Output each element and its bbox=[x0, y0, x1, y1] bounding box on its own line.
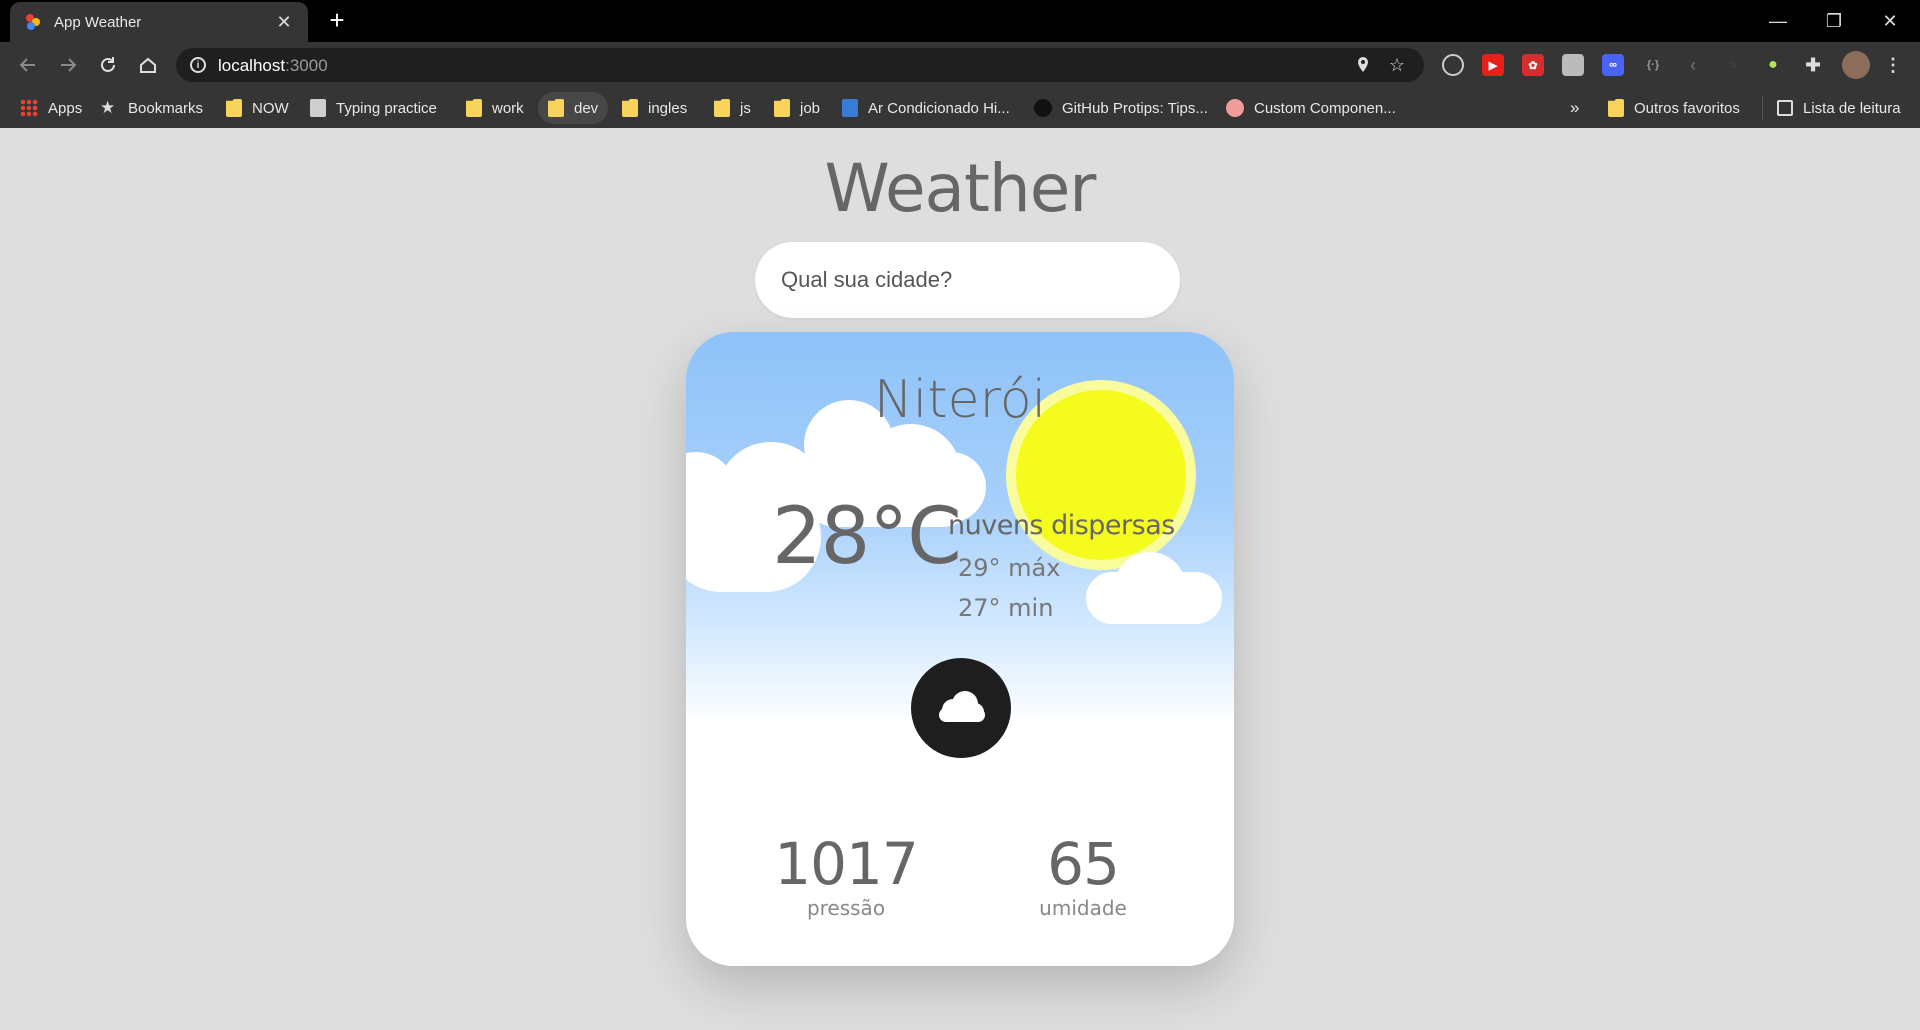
minimize-button[interactable]: — bbox=[1750, 4, 1806, 38]
folder-icon bbox=[774, 99, 790, 117]
restore-button[interactable]: ❐ bbox=[1806, 4, 1862, 38]
extension-bulb-icon[interactable]: ● bbox=[1762, 54, 1784, 76]
humidity-value: 65 bbox=[1047, 830, 1120, 898]
home-icon bbox=[140, 57, 156, 73]
bookmark-bookmarks[interactable]: ★ Bookmarks bbox=[100, 88, 203, 128]
site-icon bbox=[1226, 99, 1244, 117]
extension-target-icon[interactable] bbox=[1442, 54, 1464, 76]
reload-button[interactable] bbox=[94, 51, 122, 79]
location-pin-icon[interactable] bbox=[1354, 56, 1372, 74]
folder-icon bbox=[226, 99, 242, 117]
github-icon bbox=[1034, 99, 1052, 117]
address-bar[interactable]: i localhost:3000 ☆ bbox=[176, 48, 1424, 82]
minimize-icon: — bbox=[1769, 10, 1787, 31]
arrow-left-icon bbox=[19, 58, 35, 72]
bookmark-github-protips[interactable]: GitHub Protips: Tips... bbox=[1034, 88, 1208, 128]
extension-json-icon[interactable]: {·} bbox=[1642, 54, 1664, 76]
folder-icon bbox=[714, 99, 730, 117]
restore-icon: ❐ bbox=[1825, 10, 1843, 31]
bookmark-outros-favoritos[interactable]: Outros favoritos bbox=[1608, 88, 1740, 128]
weather-condition-badge bbox=[911, 658, 1011, 758]
bookmark-now[interactable]: NOW bbox=[226, 88, 289, 128]
extension-red-icon[interactable]: ✿ bbox=[1522, 54, 1544, 76]
bookmark-custom-components[interactable]: Custom Componen... bbox=[1226, 88, 1396, 128]
home-button[interactable] bbox=[134, 51, 162, 79]
tab-title: App Weather bbox=[54, 13, 142, 31]
max-temperature: 29° máx bbox=[958, 554, 1061, 582]
extension-camera-icon[interactable] bbox=[1562, 54, 1584, 76]
profile-avatar[interactable] bbox=[1842, 51, 1870, 79]
browser-titlebar: App Weather ✕ + — ❐ ✕ bbox=[0, 0, 1920, 42]
url-text: localhost:3000 bbox=[218, 56, 328, 75]
pressure-stat: 1017 pressão bbox=[746, 832, 946, 920]
arrow-right-icon bbox=[61, 58, 77, 72]
bookmark-apps[interactable]: Apps bbox=[20, 88, 82, 128]
pressure-value: 1017 bbox=[774, 830, 919, 898]
extension-dim-icon[interactable]: ○ bbox=[1722, 54, 1744, 76]
browser-tab[interactable]: App Weather ✕ bbox=[10, 2, 308, 42]
app-favicon-icon bbox=[24, 13, 42, 31]
site-info-icon[interactable]: i bbox=[190, 57, 206, 73]
star-icon: ★ bbox=[100, 98, 116, 117]
page-icon bbox=[310, 99, 326, 117]
extension-youtube-icon[interactable]: ▶ bbox=[1482, 54, 1504, 76]
menu-kebab-icon[interactable]: ⋮ bbox=[1882, 54, 1904, 76]
bookmark-job[interactable]: job bbox=[774, 88, 820, 128]
weather-card: Niterói 28°C nuvens dispersas 29° máx 27… bbox=[686, 332, 1234, 966]
reading-list-icon bbox=[1777, 100, 1793, 116]
back-button[interactable] bbox=[14, 51, 42, 79]
browser-toolbar: i localhost:3000 ☆ ▶ ✿ ∞ {·} ‹ ○ ● ✚ ⋮ bbox=[0, 42, 1920, 88]
city-name: Niterói bbox=[873, 370, 1047, 430]
extension-blue-icon[interactable]: ∞ bbox=[1602, 54, 1624, 76]
current-temperature: 28°C bbox=[772, 492, 962, 582]
folder-icon bbox=[1608, 99, 1624, 117]
reload-icon bbox=[101, 57, 115, 72]
bookmark-star-icon[interactable]: ☆ bbox=[1388, 56, 1406, 74]
bookmark-ingles[interactable]: ingles bbox=[622, 88, 687, 128]
apps-grid-icon bbox=[20, 99, 38, 117]
page-viewport: Weather Niterói 28°C nuvens dispersas 29… bbox=[0, 128, 1920, 1030]
humidity-stat: 65 umidade bbox=[983, 832, 1183, 920]
humidity-label: umidade bbox=[1039, 896, 1127, 920]
folder-icon bbox=[466, 99, 482, 117]
reading-list-button[interactable]: Lista de leitura bbox=[1762, 96, 1901, 120]
bookmark-typing-practice[interactable]: Typing practice bbox=[310, 88, 437, 128]
folder-icon bbox=[622, 99, 638, 117]
city-search-input[interactable] bbox=[755, 242, 1180, 318]
pressure-label: pressão bbox=[806, 896, 886, 920]
extensions-puzzle-icon[interactable]: ✚ bbox=[1802, 54, 1824, 76]
bookmark-work[interactable]: work bbox=[466, 88, 524, 128]
bookmark-ar-condicionado[interactable]: Ar Condicionado Hi... bbox=[842, 88, 1010, 128]
bookmarks-overflow-button[interactable]: » bbox=[1570, 88, 1579, 128]
close-window-button[interactable]: ✕ bbox=[1862, 4, 1918, 38]
bookmark-js[interactable]: js bbox=[714, 88, 751, 128]
folder-icon bbox=[548, 99, 564, 117]
extension-prev-icon[interactable]: ‹ bbox=[1682, 54, 1704, 76]
weather-description: nuvens dispersas bbox=[948, 510, 1175, 541]
site-icon bbox=[842, 99, 858, 117]
cloud-icon bbox=[939, 691, 985, 722]
forward-button[interactable] bbox=[54, 51, 82, 79]
tab-close-icon[interactable]: ✕ bbox=[274, 12, 294, 32]
bookmarks-bar: Apps ★ Bookmarks NOW Typing practice wor… bbox=[0, 88, 1920, 128]
close-icon: ✕ bbox=[1882, 10, 1898, 31]
new-tab-button[interactable]: + bbox=[324, 7, 350, 34]
min-temperature: 27° min bbox=[958, 594, 1054, 622]
bookmark-dev[interactable]: dev bbox=[538, 92, 609, 124]
page-title: Weather bbox=[824, 150, 1097, 227]
